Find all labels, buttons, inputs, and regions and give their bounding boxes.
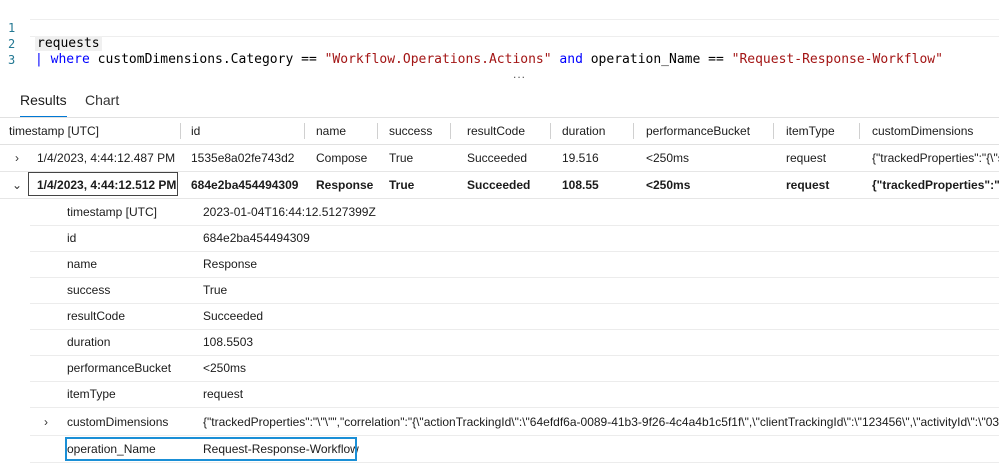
cell-id: 1535e8a02fe743d2 [191, 151, 295, 165]
panel-splitter-handle[interactable]: ... [513, 68, 526, 80]
cell-customdimensions: {"trackedProperties":"{\"sc [872, 151, 999, 165]
table-row-expanded[interactable]: ⌄ 1/4/2023, 4:44:12.512 PM 684e2ba454494… [0, 172, 999, 199]
detail-value: Response [203, 257, 258, 271]
chevron-right-icon[interactable]: › [10, 145, 24, 171]
cell-id: 684e2ba454494309 [191, 178, 299, 192]
detail-key: success [67, 283, 111, 297]
detail-row[interactable]: success True [30, 277, 999, 304]
column-separator[interactable] [773, 123, 774, 139]
cell-success: True [389, 151, 414, 165]
cell-resultcode: Succeeded [467, 151, 528, 165]
cell-name: Response [316, 178, 374, 192]
detail-key: customDimensions [67, 415, 169, 429]
cell-performancebucket: <250ms [646, 178, 691, 192]
detail-key: id [67, 231, 77, 245]
focused-cell-outline [65, 437, 357, 461]
code-operator: == [708, 52, 724, 67]
cell-success: True [389, 178, 415, 192]
query-editor[interactable]: 1 requests 2 | where customDimensions.Ca… [0, 0, 999, 70]
code-line-3: 3 [0, 36, 31, 67]
table-row[interactable]: › 1/4/2023, 4:44:12.487 PM 1535e8a02fe74… [0, 145, 999, 172]
code-field: operation_Name [590, 52, 701, 67]
column-header-success[interactable]: success [380, 118, 450, 144]
detail-key: timestamp [UTC] [67, 205, 158, 219]
detail-row-customdimensions[interactable]: › customDimensions {"trackedProperties":… [30, 409, 999, 436]
column-separator[interactable] [633, 123, 634, 139]
column-header-id[interactable]: id [182, 118, 304, 144]
cell-itemtype: request [786, 151, 827, 165]
code-keyword-and: and [559, 52, 583, 67]
chevron-right-icon[interactable]: › [44, 409, 48, 435]
detail-row[interactable]: itemType request [30, 381, 999, 408]
code-operator: == [301, 52, 317, 67]
column-header-itemtype[interactable]: itemType [777, 118, 859, 144]
detail-value: True [203, 283, 228, 297]
code-pipe: | [35, 52, 43, 67]
detail-value: 108.5503 [203, 335, 254, 349]
detail-row[interactable]: resultCode Succeeded [30, 303, 999, 330]
code-string: "Workflow.Operations.Actions" [324, 52, 552, 67]
column-header-customdimensions[interactable]: customDimensions [863, 118, 999, 144]
column-header-name[interactable]: name [307, 118, 377, 144]
grid-header: timestamp [UTC] id name success resultCo… [0, 117, 999, 145]
line-number: 3 [8, 53, 16, 67]
cell-customdimensions: {"trackedProperties":"\"\ [872, 178, 999, 192]
cell-duration: 19.516 [562, 151, 599, 165]
detail-row[interactable]: performanceBucket <250ms [30, 355, 999, 382]
detail-key: name [67, 257, 98, 271]
cell-name: Compose [316, 151, 368, 165]
tab-chart[interactable]: Chart [85, 90, 119, 116]
detail-value: {"trackedProperties":"\"\"","correlation… [203, 415, 999, 429]
detail-key: duration [67, 335, 111, 349]
column-header-resultcode[interactable]: resultCode [458, 118, 550, 144]
code-table-name: requests [35, 36, 102, 51]
code-field: customDimensions.Category [97, 52, 294, 67]
code-keyword-where: where [50, 52, 90, 67]
tab-results[interactable]: Results [20, 90, 67, 118]
cell-timestamp: 1/4/2023, 4:44:12.487 PM [37, 151, 176, 165]
detail-value: 2023-01-04T16:44:12.5127399Z [203, 205, 376, 219]
detail-value: <250ms [203, 361, 247, 375]
column-separator[interactable] [377, 123, 378, 139]
detail-key: itemType [67, 387, 116, 401]
detail-row[interactable]: name Response [30, 251, 999, 278]
column-separator[interactable] [304, 123, 305, 139]
column-separator[interactable] [450, 123, 451, 139]
detail-row[interactable]: id 684e2ba454494309 [30, 225, 999, 252]
detail-key: performanceBucket [67, 361, 172, 375]
chevron-down-icon[interactable]: ⌄ [10, 172, 24, 198]
column-header-timestamp[interactable]: timestamp [UTC] [0, 118, 180, 144]
code-line-1: 1 requests [0, 4, 102, 51]
detail-value: Succeeded [203, 309, 264, 323]
detail-row[interactable]: duration 108.5503 [30, 329, 999, 356]
column-separator[interactable] [859, 123, 860, 139]
detail-value: request [203, 387, 244, 401]
code-string: "Request-Response-Workflow" [731, 52, 943, 67]
cell-timestamp[interactable]: 1/4/2023, 4:44:12.512 PM [28, 172, 180, 198]
column-header-performancebucket[interactable]: performanceBucket [637, 118, 773, 144]
detail-key: resultCode [67, 309, 126, 323]
cell-itemtype: request [786, 178, 830, 192]
current-line-highlight [30, 19, 999, 37]
cell-resultcode: Succeeded [467, 178, 531, 192]
detail-row[interactable]: timestamp [UTC] 2023-01-04T16:44:12.5127… [30, 199, 999, 226]
cell-performancebucket: <250ms [646, 151, 690, 165]
detail-value: 684e2ba454494309 [203, 231, 310, 245]
cell-duration: 108.55 [562, 178, 599, 192]
column-header-duration[interactable]: duration [553, 118, 633, 144]
column-separator[interactable] [180, 123, 181, 139]
code-line-2: 2 | where customDimensions.Category == "… [0, 20, 943, 67]
column-separator[interactable] [550, 123, 551, 139]
